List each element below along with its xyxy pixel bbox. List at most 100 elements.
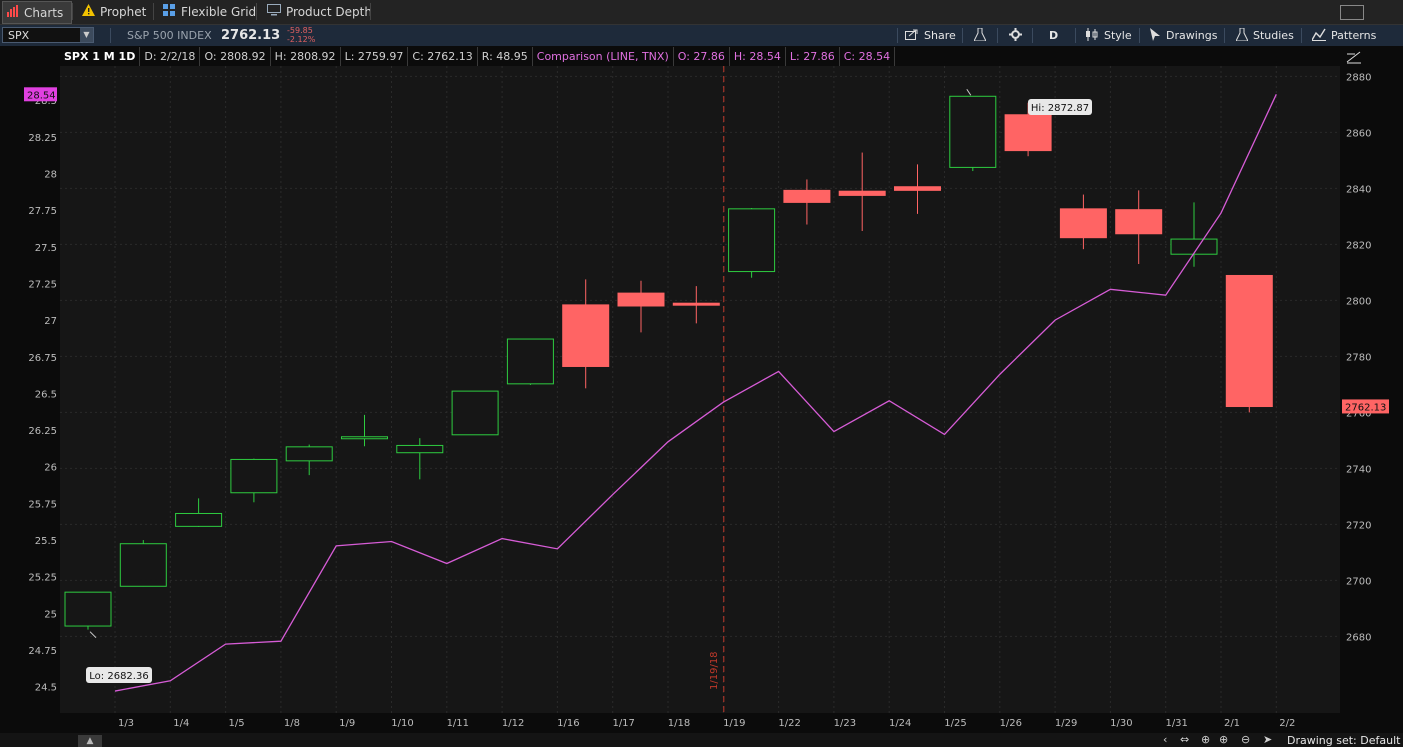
info-close: C: 2762.13 [408, 47, 478, 66]
toolbar-divider [997, 28, 998, 43]
candle-body-down [838, 190, 886, 196]
chart-symbol-period[interactable]: SPX 1 M 1D [60, 47, 141, 66]
lo-label-box [86, 667, 152, 683]
drawings-button[interactable]: Drawings [1150, 25, 1217, 46]
cursor-arrow-icon[interactable]: ➤ [1263, 733, 1272, 746]
date-tick-label: 1/23 [834, 718, 856, 729]
info-range: R: 48.95 [478, 47, 533, 66]
comparison-close: C: 28.54 [840, 47, 896, 66]
axes-layer: 2680 2700 2720 2740 2760 2780 2800 2820 2840 2860… [28, 72, 1371, 729]
candle-body-up [949, 95, 997, 168]
comparison-tick-label: 25.25 [28, 573, 57, 584]
price-chart[interactable]: 1/19/18 26802700272027402760278028002820… [0, 0, 1403, 747]
lo-label-pointer [89, 631, 97, 639]
studies-label: Studies [1253, 29, 1294, 42]
date-tick-label: 1/24 [889, 718, 911, 729]
candle-body-down [1059, 208, 1107, 239]
tab-bar: Charts Prophet Flexible Grid Product Dep… [0, 0, 1403, 25]
comparison-low: L: 27.86 [786, 47, 840, 66]
share-button[interactable]: Share [905, 25, 956, 46]
candle-body-up [396, 444, 444, 454]
date-tick-label: 1/22 [778, 718, 800, 729]
date-tick-label: 1/18 [668, 718, 690, 729]
candle-body-up [451, 390, 499, 436]
drawing-set-label[interactable]: Drawing set: Default [1287, 734, 1400, 747]
date-marker-layer: 1/19/18 [709, 66, 725, 713]
comparison-tick-label: 27 [44, 316, 57, 327]
auto-scale-button[interactable] [1346, 51, 1361, 64]
date-tick-label: 1/11 [447, 718, 469, 729]
chart-toolbar: ▼ S&P 500 INDEX 2762.13 -59.85 -2.12% Sh… [0, 25, 1403, 46]
price-tick-label: 2680 [1346, 632, 1371, 643]
style-button[interactable]: Style [1085, 25, 1132, 46]
annotations-layer: Hi: 2872.87 Lo: 2682.36 2762.13 28.54 [24, 87, 1389, 683]
hi-label-pointer [966, 89, 972, 96]
ohlc-info-bar: SPX 1 M 1D D: 2/2/18 O: 2808.92 H: 2808.… [60, 47, 896, 66]
comparison-tick-label: 26.25 [28, 426, 57, 437]
crosshair-icon[interactable]: ⊕ [1201, 733, 1210, 746]
comparison-tick-label: 28.5 [35, 96, 57, 107]
tab-divider [72, 3, 73, 20]
patterns-label: Patterns [1331, 29, 1377, 42]
style-label: Style [1104, 29, 1132, 42]
date-tick-label: 2/1 [1224, 718, 1240, 729]
toolbar-divider [897, 28, 898, 43]
date-tick-label: 1/10 [391, 718, 413, 729]
tab-label: Charts [24, 5, 64, 20]
pan-arrows-icon[interactable]: ⇔ [1180, 733, 1189, 746]
comparison-tick-label: 28.25 [28, 133, 57, 144]
patterns-button[interactable]: Patterns [1311, 25, 1377, 46]
candle-body-down [894, 186, 941, 191]
period-label: D [1049, 29, 1059, 42]
price-tick-label: 2820 [1346, 240, 1371, 251]
candle-body-up [119, 543, 167, 587]
comparison-tick-label: 24.5 [35, 683, 57, 694]
comparison-tick-label: 26.75 [28, 353, 57, 364]
zoom-in-icon[interactable]: ⊕ [1219, 733, 1228, 746]
monitor-icon [267, 4, 281, 19]
comparison-label[interactable]: Comparison (LINE, TNX) [533, 47, 674, 66]
date-tick-label: 1/8 [284, 718, 300, 729]
studies-button[interactable]: Studies [1235, 25, 1294, 46]
date-tick-label: 1/30 [1110, 718, 1132, 729]
settings-button[interactable] [1009, 25, 1027, 46]
date-tick-label: 1/9 [339, 718, 355, 729]
cursor-arrow-icon [1150, 27, 1161, 44]
flask-button[interactable] [973, 25, 991, 46]
tab-divider [153, 3, 154, 20]
bar-chart-icon [7, 5, 19, 20]
chevron-down-icon[interactable]: ▼ [80, 28, 93, 42]
current-comparison-label: 28.54 [27, 90, 56, 101]
candle-body-down [1115, 209, 1163, 235]
tab-product-depth[interactable]: Product Depth [263, 1, 372, 22]
tab-charts[interactable]: Charts [2, 1, 72, 24]
candle-body-down [672, 302, 720, 306]
tab-label: Prophet [100, 4, 147, 19]
date-tick-label: 1/17 [612, 718, 634, 729]
candle-body-up [728, 208, 776, 273]
symbol-description: S&P 500 INDEX [127, 29, 212, 42]
toolbar-divider [1139, 28, 1140, 43]
date-tick-label: 1/29 [1055, 718, 1077, 729]
info-low: L: 2759.97 [341, 47, 409, 66]
hi-label-box [1028, 99, 1092, 115]
status-bar [0, 733, 1403, 747]
chevron-left-icon[interactable]: ‹ [1163, 733, 1167, 746]
current-price-badge [1342, 399, 1389, 414]
zoom-out-icon[interactable]: ⊖ [1241, 733, 1250, 746]
scroll-handle[interactable]: ▲ [78, 735, 102, 747]
candle-body-up [230, 458, 278, 494]
comparison-tick-label: 25.5 [35, 536, 57, 547]
chart-grid [60, 66, 1340, 713]
net-change: -59.85 [287, 26, 313, 35]
period-button[interactable]: D [1049, 25, 1058, 46]
current-comparison-badge [24, 87, 57, 102]
toolbar-divider [962, 28, 963, 43]
comparison-tick-label: 24.75 [28, 646, 57, 657]
tab-prophet[interactable]: Prophet [78, 1, 146, 22]
date-tick-label: 1/19 [723, 718, 745, 729]
maximize-button[interactable] [1340, 5, 1364, 20]
gear-icon [1009, 27, 1022, 44]
tab-flexible-grid[interactable]: Flexible Grid [159, 1, 256, 22]
info-high: H: 2808.92 [271, 47, 341, 66]
